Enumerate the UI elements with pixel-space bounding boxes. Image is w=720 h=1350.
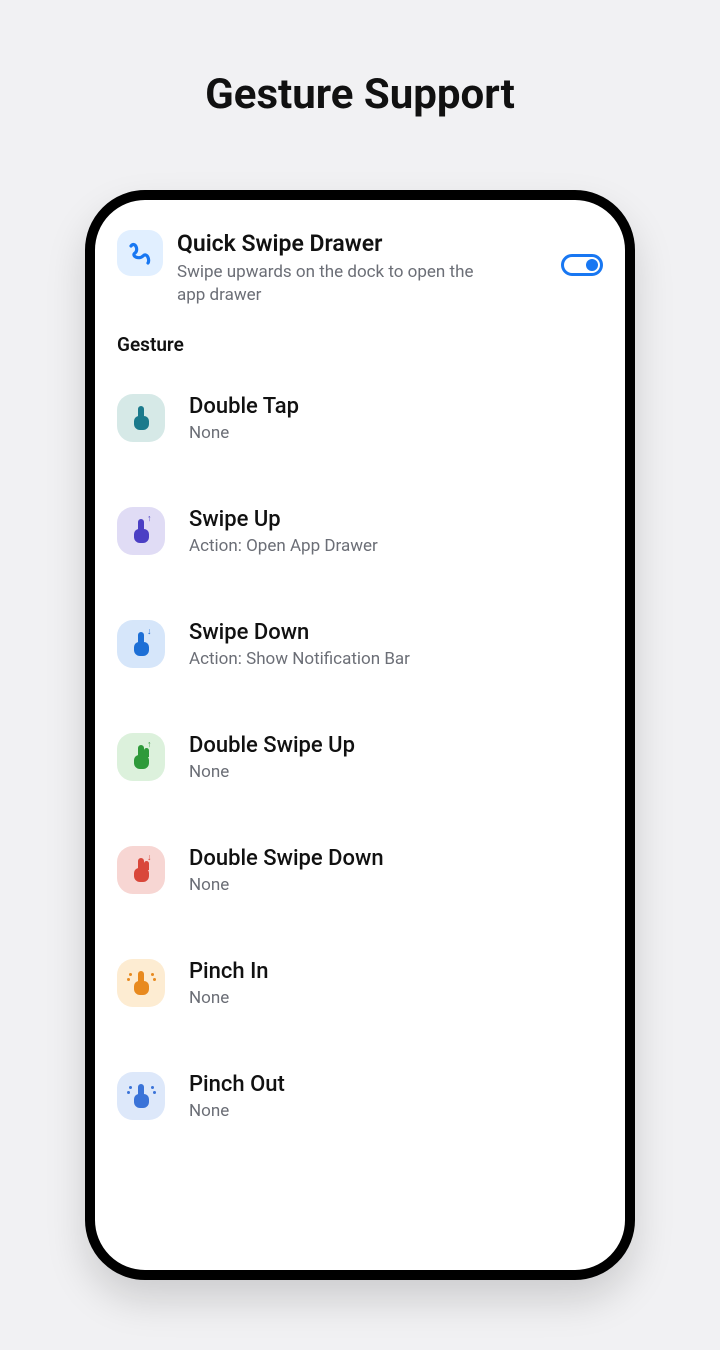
double-tap-icon	[117, 394, 165, 442]
gesture-subtitle: None	[189, 988, 603, 1008]
double-swipe-down-icon: ↓	[117, 846, 165, 894]
squiggle-icon	[117, 230, 163, 276]
gesture-title: Swipe Up	[189, 507, 603, 532]
gesture-row-double-tap[interactable]: Double Tap None	[117, 394, 603, 443]
gesture-title: Double Swipe Down	[189, 846, 603, 871]
gesture-row-pinch-in[interactable]: Pinch In None	[117, 959, 603, 1008]
quick-swipe-toggle[interactable]	[561, 254, 603, 276]
gesture-row-pinch-out[interactable]: Pinch Out None	[117, 1072, 603, 1121]
pinch-out-icon	[117, 1072, 165, 1120]
swipe-up-icon: ↑	[117, 507, 165, 555]
gesture-subtitle: Action: Open App Drawer	[189, 536, 603, 556]
phone-frame: Quick Swipe Drawer Swipe upwards on the …	[85, 190, 635, 1280]
gesture-title: Double Tap	[189, 394, 603, 419]
gesture-subtitle: None	[189, 875, 603, 895]
swipe-down-icon: ↓	[117, 620, 165, 668]
gesture-section-label: Gesture	[117, 333, 603, 356]
gesture-title: Swipe Down	[189, 620, 603, 645]
gesture-subtitle: None	[189, 423, 603, 443]
quick-swipe-row[interactable]: Quick Swipe Drawer Swipe upwards on the …	[117, 230, 603, 307]
gesture-row-swipe-down[interactable]: ↓ Swipe Down Action: Show Notification Bar	[117, 620, 603, 669]
gesture-list: Double Tap None ↑ Swipe Up Action: Open App …	[117, 394, 603, 1121]
double-swipe-up-icon: ↑	[117, 733, 165, 781]
gesture-subtitle: Action: Show Notification Bar	[189, 649, 603, 669]
pinch-in-icon	[117, 959, 165, 1007]
gesture-row-double-swipe-down[interactable]: ↓ Double Swipe Down None	[117, 846, 603, 895]
page-title: Gesture Support	[0, 70, 720, 119]
gesture-subtitle: None	[189, 762, 603, 782]
quick-swipe-title: Quick Swipe Drawer	[177, 230, 547, 257]
gesture-row-swipe-up[interactable]: ↑ Swipe Up Action: Open App Drawer	[117, 507, 603, 556]
gesture-row-double-swipe-up[interactable]: ↑ Double Swipe Up None	[117, 733, 603, 782]
gesture-subtitle: None	[189, 1101, 603, 1121]
gesture-title: Pinch In	[189, 959, 603, 984]
gesture-title: Pinch Out	[189, 1072, 603, 1097]
quick-swipe-subtitle: Swipe upwards on the dock to open the ap…	[177, 261, 477, 307]
gesture-title: Double Swipe Up	[189, 733, 603, 758]
